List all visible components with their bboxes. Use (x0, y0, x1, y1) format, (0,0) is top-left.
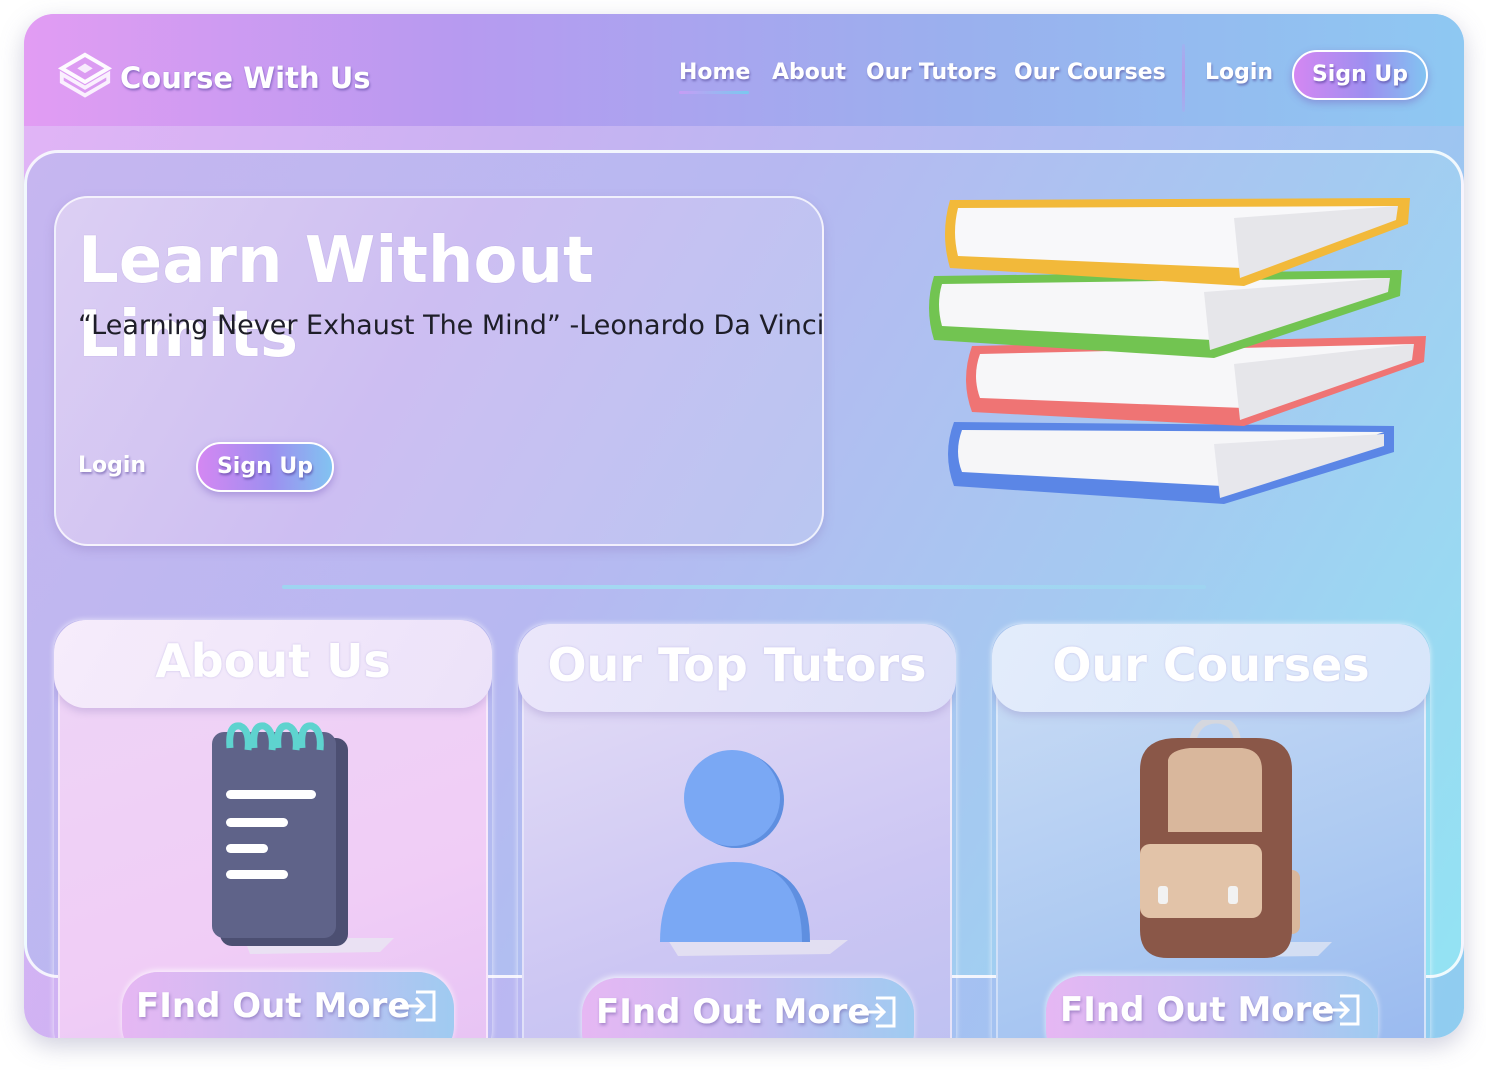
nav-link-our-tutors[interactable]: Our Tutors (866, 60, 997, 85)
enter-arrow-icon (1324, 994, 1360, 1026)
nav-link-about[interactable]: About (772, 60, 846, 85)
our-top-tutors-card-header: Our Top Tutors (518, 624, 956, 712)
hero-title: Learn Without Limits (78, 224, 594, 372)
enter-arrow-icon (860, 996, 896, 1028)
hero-signup-button[interactable]: Sign Up (196, 442, 334, 492)
stacked-books-icon (929, 198, 1426, 504)
our-courses-card: Our Courses FInd Out More (992, 624, 1430, 1038)
our-top-tutors-find-out-more-button[interactable]: FInd Out More (582, 978, 914, 1038)
user-icon (660, 750, 848, 956)
top-navbar: Course With Us Home About Our Tutors Our… (24, 14, 1464, 126)
brand[interactable]: Course With Us (56, 48, 371, 108)
our-top-tutors-card: Our Top Tutors FInd Out More (518, 624, 956, 1038)
hero-divider (282, 585, 1206, 589)
hero-card: Learn Without Limits “Learning Never Exh… (54, 196, 824, 546)
find-out-more-label: FInd Out More (596, 992, 871, 1032)
page-frame: Course With Us Home About Our Tutors Our… (24, 14, 1464, 1038)
nav-divider (1182, 44, 1185, 112)
find-out-more-label: FInd Out More (1060, 990, 1335, 1030)
nav-active-indicator (679, 91, 749, 94)
about-us-card: About Us FInd Out More (54, 620, 492, 1038)
enter-arrow-icon (400, 990, 436, 1022)
nav-link-home[interactable]: Home (679, 60, 750, 85)
our-courses-find-out-more-button[interactable]: FInd Out More (1046, 976, 1378, 1038)
notepad-icon (212, 722, 394, 954)
backpack-icon (1140, 720, 1332, 958)
find-out-more-label: FInd Out More (136, 986, 411, 1026)
hero-quote: “Learning Never Exhaust The Mind” -Leona… (78, 310, 825, 341)
nav-login-link[interactable]: Login (1205, 60, 1273, 85)
our-courses-title: Our Courses (1052, 638, 1370, 692)
layered-cube-logo-icon (57, 52, 113, 98)
hero-login-link[interactable]: Login (78, 453, 146, 478)
our-top-tutors-title: Our Top Tutors (547, 638, 927, 692)
brand-name: Course With Us (120, 61, 371, 95)
our-courses-card-header: Our Courses (992, 624, 1430, 712)
about-us-find-out-more-button[interactable]: FInd Out More (122, 972, 454, 1038)
about-us-title: About Us (155, 634, 391, 688)
nav-signup-button[interactable]: Sign Up (1292, 50, 1428, 100)
nav-link-our-courses[interactable]: Our Courses (1014, 60, 1166, 85)
about-us-card-header: About Us (54, 620, 492, 708)
